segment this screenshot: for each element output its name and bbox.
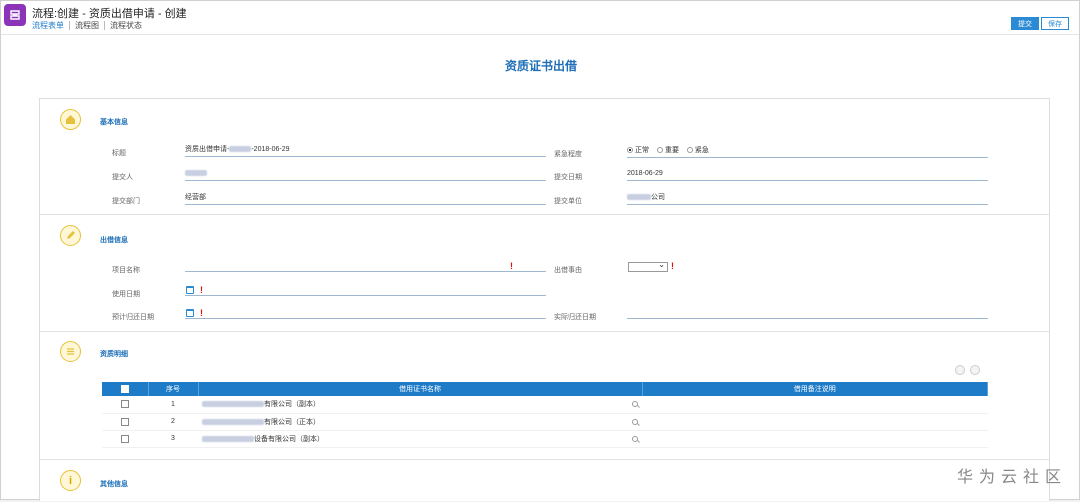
search-icon[interactable] [632, 435, 638, 442]
radio-important[interactable] [656, 147, 663, 154]
info-icon: i [60, 470, 81, 491]
redacted-text [229, 146, 252, 153]
tab-flow-chart[interactable]: 流程图 [70, 21, 105, 30]
section-other: i 其他信息 [40, 460, 1049, 502]
redacted-text [202, 435, 254, 442]
calendar-icon[interactable] [186, 309, 194, 317]
return-plan-label: 预计归还日期 [112, 314, 154, 321]
column-header-cert-name: 借用证书名称 [198, 382, 643, 396]
applicant-field [185, 169, 546, 181]
title-field[interactable]: 资质出借申请- -2018-06-29 [185, 145, 546, 157]
app-logo-icon [4, 4, 26, 26]
required-mark: ! [510, 261, 513, 271]
company-field: 公司 [627, 193, 988, 205]
row-checkbox[interactable] [121, 434, 129, 443]
select-all-checkbox[interactable] [120, 385, 129, 393]
required-mark: ! [200, 285, 203, 295]
redacted-text [202, 401, 264, 408]
project-name-input[interactable] [185, 260, 546, 272]
row-checkbox[interactable] [121, 417, 129, 426]
use-date-label: 使用日期 [112, 291, 140, 298]
required-mark: ! [200, 308, 203, 318]
required-mark: ! [671, 261, 674, 271]
search-icon[interactable] [632, 418, 638, 425]
section-title: 资质明细 [100, 351, 128, 358]
section-lend-info: 出借信息 项目名称 ! 出借事由 ! 使用日期 ! 预计归还日期 ! 实际归还日… [40, 215, 1049, 332]
delete-row-icon[interactable] [970, 365, 980, 375]
return-plan-date-input[interactable] [185, 307, 546, 319]
submit-button[interactable]: 提交 [1011, 17, 1039, 30]
remark-cell[interactable] [642, 413, 988, 431]
window: 流程:创建 - 资质出借申请 - 创建 流程表单 流程图 流程状态 提交 保存 … [0, 0, 1080, 501]
sub-navigation: 流程表单 流程图 流程状态 [32, 21, 147, 30]
dept-field: 经营部 [185, 193, 546, 205]
add-row-icon[interactable] [955, 365, 965, 375]
home-icon [60, 109, 81, 130]
form-card: 基本信息 标题 资质出借申请- -2018-06-29 紧急程度 正常 重要 紧急… [39, 98, 1050, 501]
select-all-checkbox-cell[interactable] [102, 382, 149, 396]
table-row[interactable]: 1 有限公司（副本） [102, 396, 988, 414]
table-row[interactable]: 2 有限公司（正本） [102, 413, 988, 431]
save-button[interactable]: 保存 [1041, 17, 1069, 30]
submit-date-field: 2018-06-29 [627, 169, 988, 181]
purpose-label: 出借事由 [554, 267, 582, 274]
return-actual-date-input[interactable] [627, 307, 988, 319]
radio-urgent[interactable] [686, 147, 693, 154]
section-basic-info: 基本信息 标题 资质出借申请- -2018-06-29 紧急程度 正常 重要 紧急… [40, 99, 1049, 215]
applicant-label: 提交人 [112, 174, 133, 181]
remark-cell[interactable] [642, 430, 988, 448]
page-title: 流程:创建 - 资质出借申请 - 创建 [32, 8, 187, 20]
remark-cell[interactable] [642, 396, 988, 414]
section-title: 出借信息 [100, 237, 128, 244]
section-title: 其他信息 [100, 481, 128, 488]
list-icon [60, 341, 81, 362]
row-no: 1 [148, 396, 198, 414]
pencil-icon [60, 225, 81, 246]
redacted-text [202, 418, 264, 425]
section-title: 基本信息 [100, 119, 128, 126]
date-label: 提交日期 [554, 174, 582, 181]
return-actual-label: 实际归还日期 [554, 314, 596, 321]
urgency-radio-group: 正常 重要 紧急 [627, 146, 988, 158]
redacted-text [185, 170, 207, 177]
row-checkbox[interactable] [121, 400, 129, 409]
redacted-text [627, 194, 651, 201]
watermark: 华为云社区 [956, 469, 1067, 486]
use-date-input[interactable] [185, 284, 546, 296]
tab-flow-status[interactable]: 流程状态 [105, 21, 147, 30]
calendar-icon[interactable] [186, 286, 194, 294]
tab-flow-form[interactable]: 流程表单 [32, 21, 70, 30]
column-header-no: 序号 [148, 382, 199, 396]
table-row[interactable]: 3 设备有限公司（副本） [102, 430, 988, 448]
purpose-select[interactable] [628, 260, 668, 272]
title-label: 标题 [112, 150, 126, 157]
row-no: 2 [148, 413, 198, 431]
row-no: 3 [148, 430, 198, 448]
project-label: 项目名称 [112, 267, 140, 274]
company-label: 提交单位 [554, 198, 582, 205]
form-title: 资质证书出借 [504, 59, 577, 73]
urgency-label: 紧急程度 [554, 151, 582, 158]
dept-label: 提交部门 [112, 198, 140, 205]
column-header-remark: 借用备注说明 [642, 382, 988, 396]
detail-table: 序号 借用证书名称 借用备注说明 1 有限公司（副本） 2 有限公司（正本） 3… [102, 382, 988, 448]
radio-normal[interactable] [627, 147, 633, 154]
search-icon[interactable] [632, 401, 638, 407]
table-header-row: 序号 借用证书名称 借用备注说明 [102, 382, 988, 396]
top-bar: 流程:创建 - 资质出借申请 - 创建 流程表单 流程图 流程状态 提交 保存 [1, 1, 1079, 35]
